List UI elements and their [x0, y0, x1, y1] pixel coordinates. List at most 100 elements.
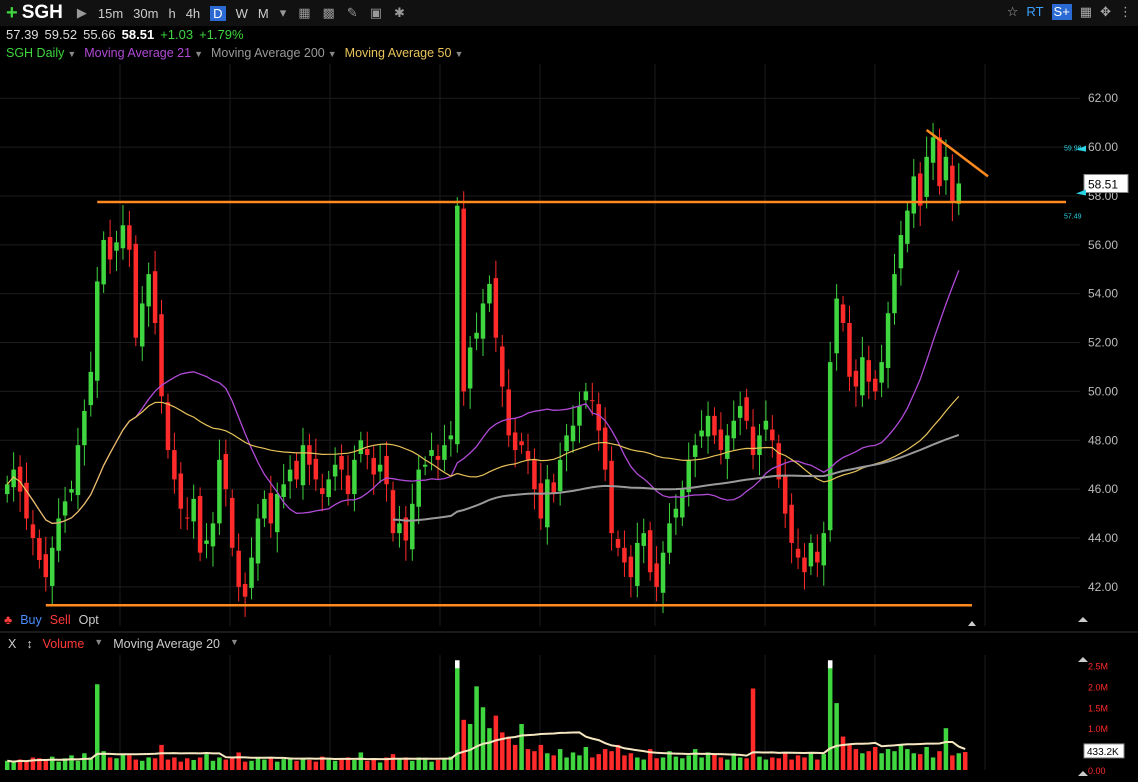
candle-body — [184, 517, 190, 519]
volume-bar — [564, 757, 569, 770]
candle-body — [519, 441, 524, 446]
chart-svg[interactable]: 42.00 44.00 46.00 48.00 50.00 52.00 54.00 56.00… — [0, 0, 1138, 782]
candle-body — [107, 236, 113, 260]
candle-body — [133, 243, 139, 338]
candle-body — [898, 235, 904, 269]
candle-body — [101, 239, 106, 285]
volume-bar — [885, 749, 891, 770]
candle-body — [223, 453, 229, 490]
volume-bar — [917, 754, 923, 770]
candle-body — [744, 397, 749, 421]
candle-body — [570, 425, 576, 442]
candle-body — [358, 440, 364, 454]
candle-body — [345, 475, 351, 495]
volume-bar — [69, 755, 74, 770]
volume-bar — [937, 751, 942, 770]
candle-body — [705, 415, 711, 437]
candle-body — [275, 494, 280, 533]
volume-bar — [146, 757, 151, 770]
candle-body — [172, 450, 177, 480]
candle-body — [782, 476, 788, 514]
volume-label[interactable]: Volume — [43, 637, 85, 651]
candle-body — [474, 332, 479, 339]
candle-body — [191, 498, 196, 522]
volume-bar — [332, 760, 338, 770]
candle-body — [30, 524, 36, 539]
volume-bar — [127, 755, 132, 770]
volume-bar — [879, 753, 884, 770]
volume-bar — [744, 758, 749, 770]
candle-body — [827, 362, 833, 531]
volume-bar — [821, 754, 827, 770]
volume-bar — [532, 751, 537, 770]
candle-body — [268, 493, 274, 524]
candle-body — [88, 371, 94, 406]
candle-body — [596, 404, 601, 431]
candle-body — [4, 484, 10, 495]
volume-bar — [82, 753, 87, 770]
volume-bar — [892, 751, 897, 770]
candle-body — [577, 406, 582, 426]
volume-bar — [898, 744, 904, 770]
price-tick-label: 54.00 — [1088, 287, 1118, 301]
buy-button[interactable]: Buy — [20, 613, 42, 627]
candle-body — [731, 420, 737, 439]
candle-body — [885, 313, 891, 368]
volume-ma-label[interactable]: Moving Average 20 — [113, 637, 220, 651]
close-icon[interactable]: X — [8, 637, 16, 651]
volume-bar — [268, 757, 274, 770]
candle-body — [821, 533, 827, 566]
volume-bar — [705, 752, 711, 770]
volume-bar — [442, 758, 447, 770]
volume-bar — [307, 759, 312, 770]
chevron-down-icon[interactable]: ▼ — [230, 637, 239, 651]
volume-bar — [217, 757, 222, 770]
candle-body — [165, 402, 171, 451]
volume-bar — [480, 707, 486, 770]
candle-body — [43, 554, 49, 578]
candle-body — [384, 455, 389, 485]
price-tick-label: 62.00 — [1088, 91, 1118, 105]
volume-bar — [950, 755, 955, 770]
volume-bar — [461, 719, 466, 770]
volume-bar — [139, 760, 145, 770]
sort-icon[interactable]: ↕ — [26, 637, 32, 651]
candle-body — [615, 539, 621, 548]
candle-body — [397, 523, 402, 534]
volume-bar — [866, 751, 872, 770]
sell-button[interactable]: Sell — [50, 613, 71, 627]
candle-body — [49, 547, 55, 586]
price-tick-label: 52.00 — [1088, 336, 1118, 350]
volume-bar — [262, 759, 267, 770]
opt-button[interactable]: Opt — [79, 613, 99, 627]
volume-bar — [776, 758, 782, 770]
descending-trendline — [925, 128, 989, 178]
candle-body — [680, 489, 685, 518]
volume-bar — [731, 753, 737, 770]
candle-body — [332, 464, 338, 477]
candle-body — [808, 542, 814, 567]
chevron-down-icon[interactable]: ▼ — [94, 637, 103, 651]
volume-bar — [390, 754, 396, 770]
volume-bar — [872, 747, 878, 770]
volume-bar — [622, 755, 627, 770]
volume-bar — [654, 758, 659, 770]
volume-bar — [358, 752, 364, 770]
candle-body — [416, 469, 421, 507]
candle-body — [429, 450, 434, 456]
candle-body — [725, 435, 730, 459]
volume-bar — [641, 759, 646, 770]
candle-body — [242, 583, 248, 597]
volume-bar — [808, 752, 814, 770]
candle-body — [82, 410, 87, 446]
volume-bar — [757, 756, 762, 770]
volume-bar — [352, 759, 357, 770]
alert-marker — [1076, 189, 1086, 196]
volume-bar — [339, 758, 344, 770]
candle-body — [197, 496, 203, 553]
volume-peak-marker — [827, 660, 833, 669]
volume-bar — [924, 747, 929, 770]
candle-body — [255, 518, 261, 564]
volume-bar — [120, 754, 126, 770]
volume-bar — [519, 724, 524, 770]
